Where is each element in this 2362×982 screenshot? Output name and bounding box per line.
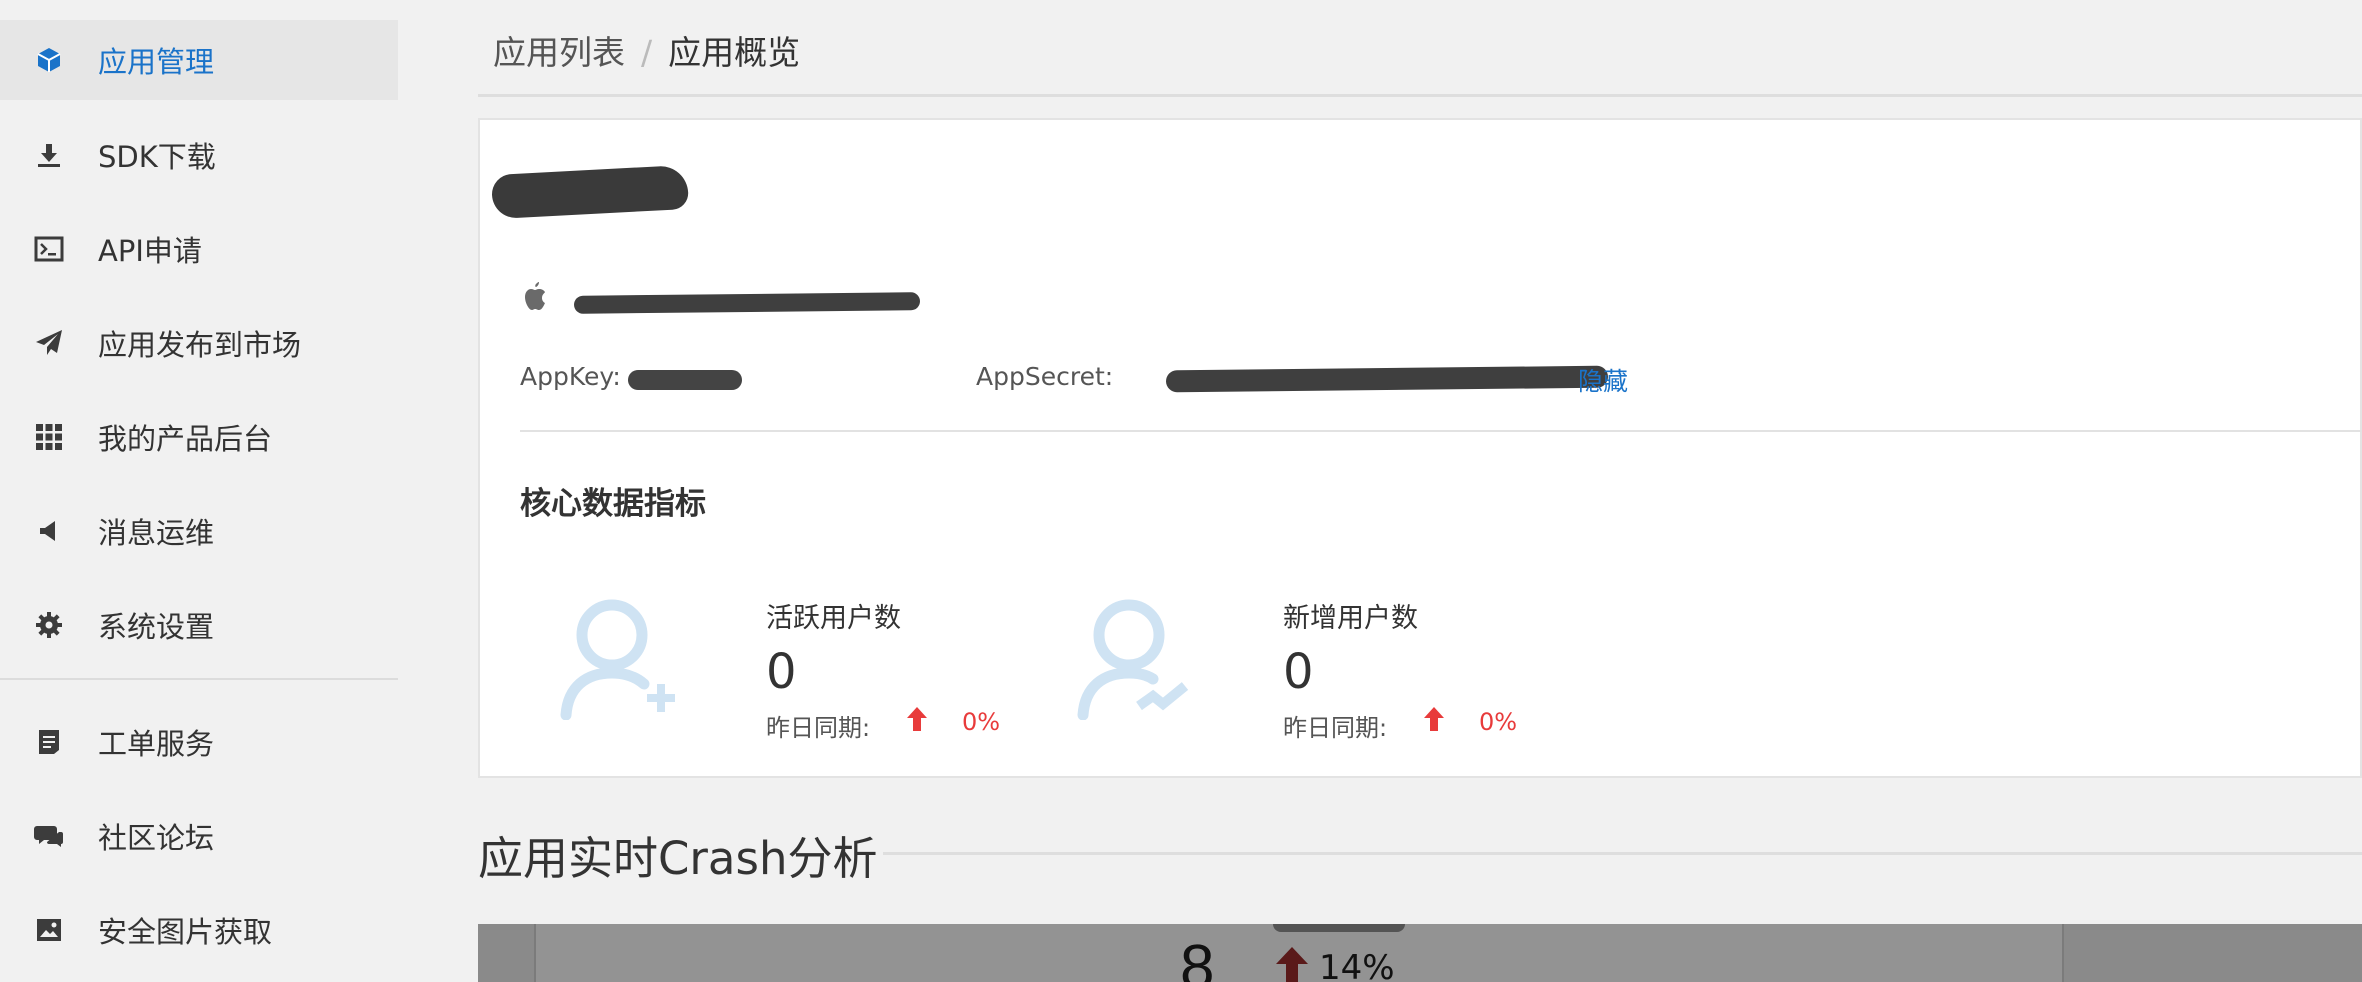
appkey-label: AppKey: (520, 362, 621, 391)
sidebar-item-label: 我的产品后台 (98, 422, 273, 456)
paper-plane-icon (32, 326, 66, 360)
sidebar: 应用管理 SDK下载 API申请 应用发布到市场 我的产品后台 消息运维 系统设… (0, 0, 398, 982)
crash-stat-label-cropped (1273, 924, 1405, 932)
app-name-redacted (490, 164, 692, 220)
sidebar-item-system-settings[interactable]: 系统设置 (0, 585, 398, 665)
metric-active-users: 活跃用户数 0 昨日同期: 0% (520, 570, 1000, 742)
metric-label: 活跃用户数 (766, 603, 901, 634)
sidebar-item-message-ops[interactable]: 消息运维 (0, 491, 398, 571)
sidebar-item-label: 消息运维 (98, 516, 215, 550)
cube-icon (32, 43, 66, 77)
image-icon (32, 913, 66, 947)
sidebar-item-publish-to-market[interactable]: 应用发布到市场 (0, 303, 398, 383)
app-overview-card: AppKey: AppSecret: 隐藏 核心数据指标 活跃用户数 0 昨日同… (478, 118, 2362, 778)
arrow-up-icon (1276, 947, 1308, 982)
arrow-up-icon (1424, 707, 1444, 731)
download-icon (32, 138, 66, 172)
apple-icon (525, 282, 545, 310)
sidebar-item-label: 应用发布到市场 (98, 328, 302, 362)
card-divider (520, 430, 2362, 432)
header-divider (478, 94, 2362, 97)
sidebar-item-secure-image[interactable]: 安全图片获取 (0, 890, 398, 970)
core-metrics-title: 核心数据指标 (520, 486, 706, 522)
sidebar-divider (0, 678, 398, 680)
breadcrumb-separator: / (641, 33, 653, 72)
crash-change: 14% (1319, 948, 1395, 982)
crash-panel-overlay: 8 14% (478, 924, 2362, 982)
breadcrumb-current: 应用概览 (668, 33, 801, 72)
user-add-icon (560, 599, 675, 720)
crash-count: 8 (1180, 933, 1215, 982)
user-trend-icon (1077, 599, 1189, 720)
breadcrumb: 应用列表 / 应用概览 (493, 26, 800, 74)
sidebar-item-label: 系统设置 (98, 610, 215, 644)
sidebar-item-label: SDK下载 (98, 140, 216, 174)
metric-change: 0% (962, 708, 1001, 736)
sidebar-item-label: 工单服务 (98, 727, 215, 761)
hide-secret-link[interactable]: 隐藏 (1578, 362, 1628, 398)
sidebar-item-app-management[interactable]: 应用管理 (0, 20, 398, 100)
sidebar-item-sdk-download[interactable]: SDK下载 (0, 115, 398, 195)
crash-section-title: 应用实时Crash分析 (478, 822, 884, 887)
gear-icon (32, 608, 66, 642)
sidebar-item-label: API申请 (98, 234, 202, 268)
metric-value: 0 (1283, 644, 1314, 700)
sidebar-item-api-request[interactable]: API申请 (0, 209, 398, 289)
appsecret-label: AppSecret: (976, 362, 1114, 391)
sidebar-item-label: 安全图片获取 (98, 915, 273, 949)
sidebar-item-label: 应用管理 (98, 45, 215, 79)
chat-icon (32, 819, 66, 853)
sidebar-item-label: 社区论坛 (98, 821, 215, 855)
metric-compare-label: 昨日同期: (1283, 714, 1388, 742)
sidebar-item-community-forum[interactable]: 社区论坛 (0, 796, 398, 876)
metric-label: 新增用户数 (1283, 603, 1418, 634)
sidebar-item-ticket-service[interactable]: 工单服务 (0, 702, 398, 782)
metric-value: 0 (766, 644, 797, 700)
sidebar-item-product-backend[interactable]: 我的产品后台 (0, 397, 398, 477)
breadcrumb-app-list-link[interactable]: 应用列表 (493, 33, 625, 72)
appkey-value-redacted (628, 370, 742, 390)
megaphone-icon (32, 514, 66, 548)
ticket-icon (32, 725, 66, 759)
grid-icon (32, 420, 66, 454)
metric-compare-label: 昨日同期: (766, 714, 871, 742)
terminal-icon (32, 232, 66, 266)
appsecret-value-redacted (1165, 365, 1609, 393)
arrow-up-icon (907, 707, 927, 731)
metric-change: 0% (1479, 708, 1518, 736)
bundle-id-redacted (573, 292, 921, 314)
metric-new-users: 新增用户数 0 昨日同期: 0% (1037, 570, 1517, 742)
